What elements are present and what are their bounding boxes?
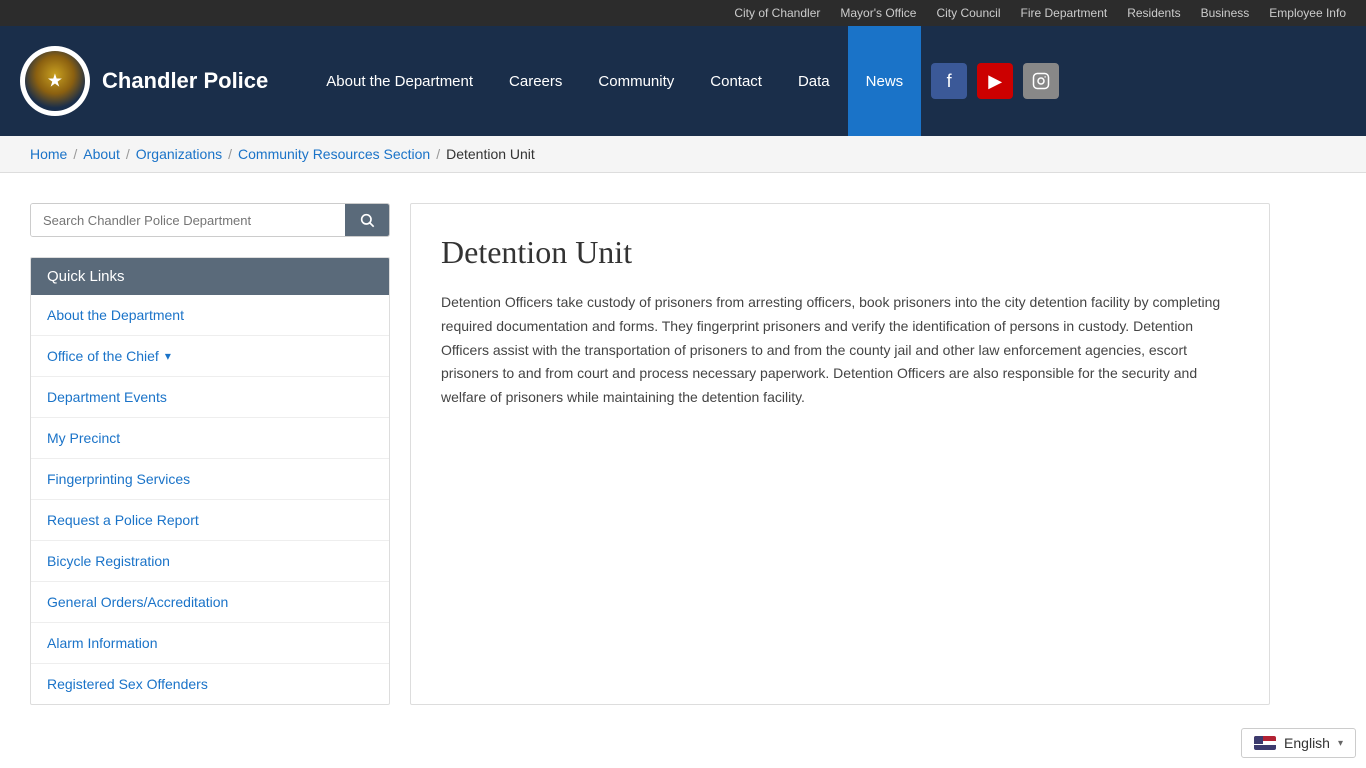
language-flag xyxy=(1254,736,1276,750)
breadcrumb-sep-4: / xyxy=(436,146,440,162)
breadcrumb-bar: Home / About / Organizations / Community… xyxy=(0,136,1366,173)
quick-link-general-orders[interactable]: General Orders/Accreditation xyxy=(31,582,389,623)
search-input[interactable] xyxy=(31,204,345,236)
topbar-city-council[interactable]: City Council xyxy=(936,6,1000,20)
social-icons: f ▶ xyxy=(931,63,1059,99)
quick-link-bicycle-reg[interactable]: Bicycle Registration xyxy=(31,541,389,582)
quick-links-header: Quick Links xyxy=(31,258,389,295)
language-label: English xyxy=(1284,735,1330,751)
content-area: Detention Unit Detention Officers take c… xyxy=(410,203,1270,705)
top-bar: City of Chandler Mayor's Office City Cou… xyxy=(0,0,1366,26)
quick-link-police-report[interactable]: Request a Police Report xyxy=(31,500,389,541)
sidebar: Quick Links About the Department Office … xyxy=(30,203,390,705)
facebook-icon[interactable]: f xyxy=(931,63,967,99)
quick-link-alarm-info[interactable]: Alarm Information xyxy=(31,623,389,664)
quick-link-my-precinct[interactable]: My Precinct xyxy=(31,418,389,459)
quick-links-section: Quick Links About the Department Office … xyxy=(30,257,390,705)
breadcrumb-about[interactable]: About xyxy=(83,146,120,162)
instagram-icon[interactable] xyxy=(1023,63,1059,99)
site-title: Chandler Police xyxy=(102,68,268,94)
topbar-fire-department[interactable]: Fire Department xyxy=(1021,6,1108,20)
nav-contact[interactable]: Contact xyxy=(692,26,780,136)
breadcrumb-current: Detention Unit xyxy=(446,146,535,162)
page-title: Detention Unit xyxy=(441,234,1239,271)
main-nav: About the Department Careers Community C… xyxy=(308,26,1346,136)
breadcrumb: Home / About / Organizations / Community… xyxy=(30,146,1336,162)
topbar-mayors-office[interactable]: Mayor's Office xyxy=(840,6,916,20)
nav-about-dept[interactable]: About the Department xyxy=(308,26,491,136)
content-body: Detention Officers take custody of priso… xyxy=(441,291,1239,410)
search-box xyxy=(30,203,390,237)
site-header: Chandler Police About the Department Car… xyxy=(0,26,1366,136)
youtube-icon[interactable]: ▶ xyxy=(977,63,1013,99)
nav-data[interactable]: Data xyxy=(780,26,848,136)
nav-careers[interactable]: Careers xyxy=(491,26,580,136)
breadcrumb-community-resources[interactable]: Community Resources Section xyxy=(238,146,430,162)
breadcrumb-sep-2: / xyxy=(126,146,130,162)
breadcrumb-sep-3: / xyxy=(228,146,232,162)
nav-community[interactable]: Community xyxy=(580,26,692,136)
dropdown-arrow: ▾ xyxy=(165,349,171,363)
language-chevron-icon: ▾ xyxy=(1338,738,1343,749)
breadcrumb-home[interactable]: Home xyxy=(30,146,67,162)
quick-link-dept-events[interactable]: Department Events xyxy=(31,377,389,418)
main-content: Quick Links About the Department Office … xyxy=(0,173,1300,735)
quick-link-fingerprinting[interactable]: Fingerprinting Services xyxy=(31,459,389,500)
topbar-residents[interactable]: Residents xyxy=(1127,6,1180,20)
topbar-business[interactable]: Business xyxy=(1201,6,1250,20)
quick-link-sex-offenders[interactable]: Registered Sex Offenders xyxy=(31,664,389,704)
language-selector[interactable]: English ▾ xyxy=(1241,728,1356,758)
breadcrumb-sep-1: / xyxy=(73,146,77,162)
topbar-city-of-chandler[interactable]: City of Chandler xyxy=(734,6,820,20)
search-button[interactable] xyxy=(345,204,389,236)
quick-link-about-dept[interactable]: About the Department xyxy=(31,295,389,336)
logo-image xyxy=(20,46,90,116)
quick-link-office-chief[interactable]: Office of the Chief ▾ xyxy=(31,336,389,377)
nav-news[interactable]: News xyxy=(848,26,922,136)
breadcrumb-organizations[interactable]: Organizations xyxy=(136,146,222,162)
topbar-employee-info[interactable]: Employee Info xyxy=(1269,6,1346,20)
site-logo[interactable]: Chandler Police xyxy=(20,46,268,116)
